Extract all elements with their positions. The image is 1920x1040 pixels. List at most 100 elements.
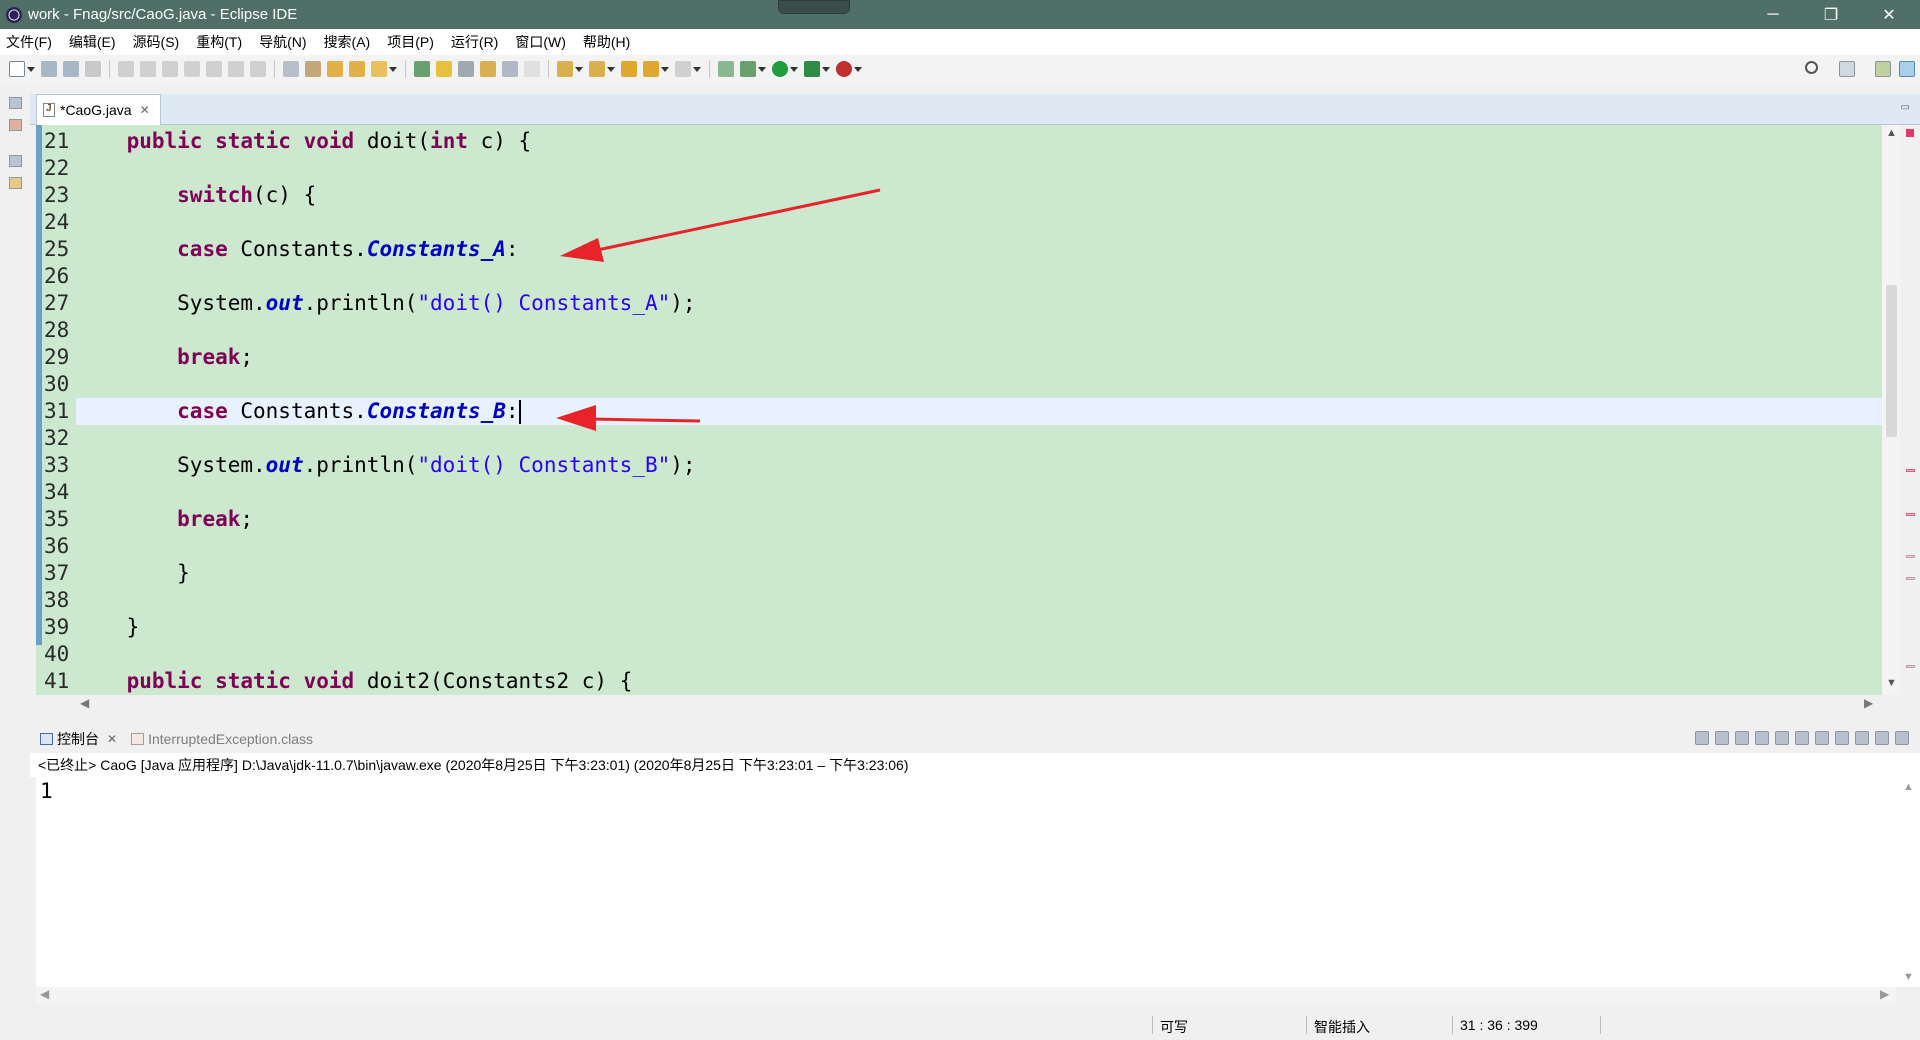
editor-scroll-thumb[interactable] [1886,285,1897,437]
toggle-breadcrumb-icon[interactable] [414,61,430,77]
menu-run[interactable]: 运行(R) [451,32,498,52]
code-line[interactable]: System.out.println("doit() Constants_A")… [76,290,1904,317]
previous-annotation-icon[interactable] [589,61,605,77]
terminate-icon[interactable] [1695,731,1709,745]
open-console-icon[interactable] [1895,731,1909,745]
scroll-right-icon[interactable]: ▶ [1864,696,1873,710]
package-explorer-icon[interactable] [9,119,22,131]
suspend-icon[interactable] [140,61,156,77]
coverage-icon[interactable] [804,61,820,77]
restore-view-icon[interactable] [9,97,22,109]
menu-edit[interactable]: 编辑(E) [69,32,116,52]
last-edit-location-icon[interactable] [621,61,637,77]
clear-console-icon[interactable] [1755,731,1769,745]
open-perspective-icon[interactable] [1839,61,1855,77]
forward-icon[interactable] [675,61,691,77]
next-annotation-icon[interactable] [557,61,573,77]
code-line[interactable] [76,533,1904,560]
code-line[interactable]: } [76,614,1904,641]
menu-refactor[interactable]: 重构(T) [196,32,242,52]
external-tools-icon[interactable] [836,61,852,77]
console-tab[interactable]: 控制台 ✕ [40,729,117,749]
code-line[interactable]: case Constants.Constants_A: [76,236,1904,263]
block-selection-icon[interactable] [458,61,474,77]
outline-view-icon[interactable] [9,177,22,189]
code-line[interactable] [76,209,1904,236]
run-icon[interactable] [772,61,788,77]
debug-dropdown-icon[interactable] [758,66,766,72]
show-whitespace-icon[interactable] [502,61,518,77]
code-line[interactable]: } [76,560,1904,587]
step-over-icon[interactable] [228,61,244,77]
code-line[interactable]: public static void doit2(Constants2 c) { [76,668,1904,695]
new-dropdown-icon[interactable] [27,66,35,72]
console-scroll-up-icon[interactable]: ▲ [1903,781,1914,793]
coverage-dropdown-icon[interactable] [822,66,830,72]
console-scroll-right-icon[interactable]: ▶ [1880,987,1889,1001]
scroll-left-icon[interactable]: ◀ [80,696,89,710]
run-dropdown-icon[interactable] [790,66,798,72]
minimize-maximize-icon[interactable]: ▭ [1901,102,1910,113]
remove-launch-icon[interactable] [1715,731,1729,745]
close-tab-icon[interactable]: ✕ [140,103,150,117]
overview-mark[interactable] [1906,577,1915,580]
console-scroll-down-icon[interactable]: ▼ [1903,971,1914,983]
word-wrap-icon[interactable] [480,61,496,77]
console-scroll-left-icon[interactable]: ◀ [40,987,49,1001]
menu-file[interactable]: 文件(F) [6,32,52,52]
overview-mark[interactable] [1906,469,1915,472]
code-line[interactable] [76,587,1904,614]
console-output[interactable]: 1 [36,777,1896,987]
class-file-tab[interactable]: InterruptedException.class [131,731,313,747]
console-horizontal-scrollbar[interactable]: ◀ ▶ [36,987,1896,1003]
pin-editor-icon[interactable] [718,61,734,77]
code-line[interactable]: System.out.println("doit() Constants_B")… [76,452,1904,479]
mark-occurrences-icon[interactable] [436,61,452,77]
insert-mode-status[interactable]: 智能插入 [1314,1017,1370,1037]
pin-console-icon[interactable] [1855,731,1869,745]
resume-icon[interactable] [118,61,134,77]
code-line[interactable] [76,263,1904,290]
debug-icon[interactable] [740,61,756,77]
restore-button[interactable]: ❐ [1802,0,1860,29]
restore-view-icon-2[interactable] [9,155,22,167]
open-task-icon[interactable] [349,61,365,77]
close-button[interactable]: ✕ [1860,0,1918,29]
code-line[interactable]: switch(c) { [76,182,1904,209]
console-vertical-scrollbar[interactable]: ▲ ▼ [1896,777,1920,987]
terminate-icon[interactable] [162,61,178,77]
use-step-filters-icon[interactable] [305,61,321,77]
previous-annotation-dropdown-icon[interactable] [607,66,615,72]
code-line[interactable] [76,425,1904,452]
code-line[interactable]: break; [76,506,1904,533]
error-marker-icon[interactable] [1906,129,1914,137]
code-line[interactable] [76,317,1904,344]
code-line[interactable] [76,371,1904,398]
step-into-icon[interactable] [206,61,222,77]
scroll-lock-icon[interactable] [1775,731,1789,745]
editor-tab-caog[interactable]: *CaoG.java ✕ [36,94,161,125]
menu-source[interactable]: 源码(S) [133,32,180,52]
scroll-up-icon[interactable]: ▲ [1886,127,1897,139]
show-on-output-icon[interactable] [1815,731,1829,745]
code-line[interactable] [76,479,1904,506]
code-editor[interactable]: 21 public static void doit(int c) {22 23 … [36,125,1904,695]
debug-perspective-icon[interactable] [1899,61,1915,77]
editor-horizontal-scrollbar[interactable]: ◀ ▶ [72,695,1882,713]
menu-search[interactable]: 搜索(A) [324,32,371,52]
word-wrap-console-icon[interactable] [1795,731,1809,745]
next-annotation-dropdown-icon[interactable] [575,66,583,72]
code-line[interactable] [76,641,1904,668]
save-icon[interactable] [41,61,57,77]
overview-mark[interactable] [1906,665,1915,668]
new-icon[interactable] [9,61,25,77]
back-icon[interactable] [643,61,659,77]
overview-mark[interactable] [1906,555,1915,558]
scroll-down-icon[interactable]: ▼ [1886,677,1897,689]
drop-frame-icon[interactable] [283,61,299,77]
menu-help[interactable]: 帮助(H) [583,32,630,52]
code-line[interactable] [76,155,1904,182]
back-dropdown-icon[interactable] [661,66,669,72]
disconnect-icon[interactable] [184,61,200,77]
java-ee-perspective-icon[interactable] [1875,61,1891,77]
